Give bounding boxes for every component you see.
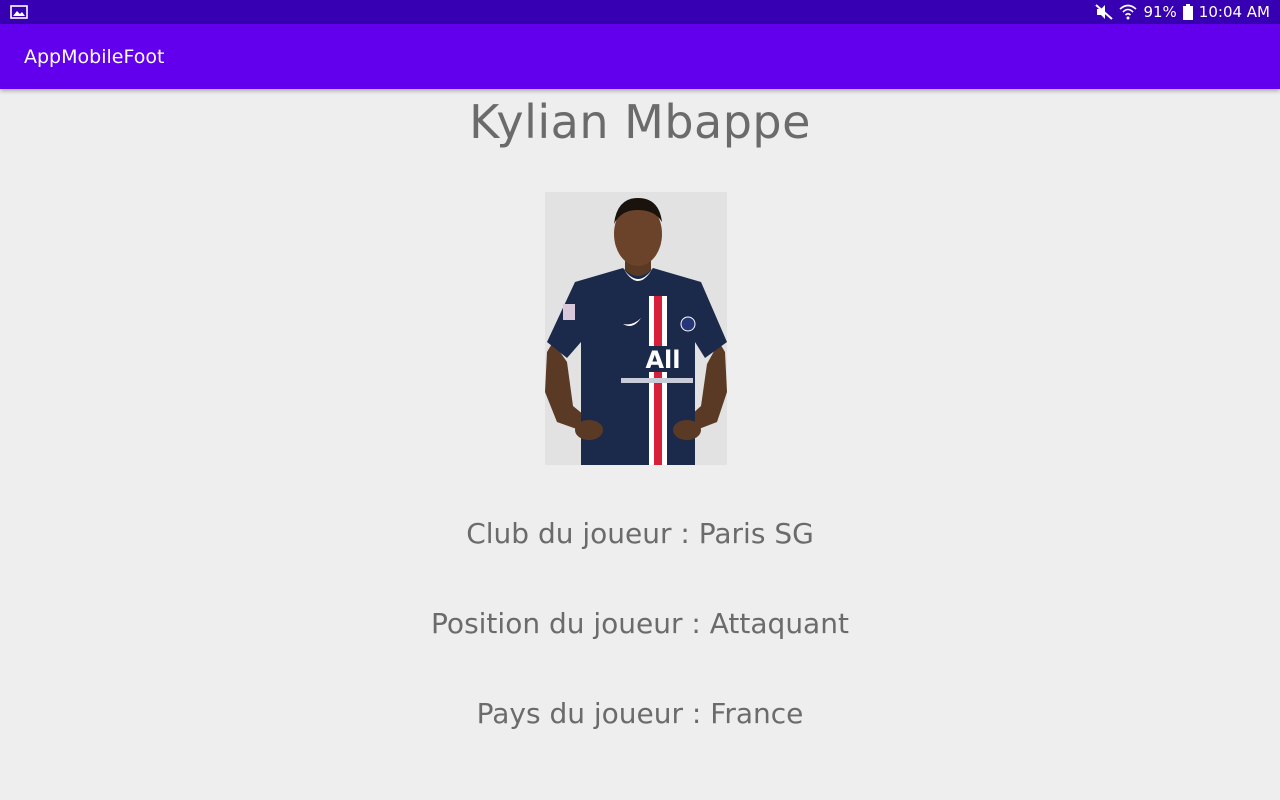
image-icon (10, 5, 28, 19)
player-name: Kylian Mbappe (469, 95, 811, 149)
battery-icon (1182, 4, 1193, 20)
status-bar: 91% 10:04 AM (0, 0, 1280, 24)
mute-icon (1095, 4, 1114, 20)
country-info: Pays du joueur : France (476, 697, 804, 730)
position-info: Position du joueur : Attaquant (431, 607, 849, 640)
svg-text:All: All (645, 346, 680, 374)
player-details: Kylian Mbappe All Club du joueur: Paris… (0, 89, 1280, 800)
app-bar: AppMobileFoot (0, 24, 1280, 89)
wifi-icon (1119, 4, 1137, 20)
player-photo: All (545, 192, 727, 465)
battery-percent: 91% (1143, 3, 1177, 21)
club-info: Club du joueur : Paris SG (466, 517, 814, 550)
clock: 10:04 AM (1198, 3, 1270, 21)
app-title: AppMobileFoot (24, 45, 165, 68)
